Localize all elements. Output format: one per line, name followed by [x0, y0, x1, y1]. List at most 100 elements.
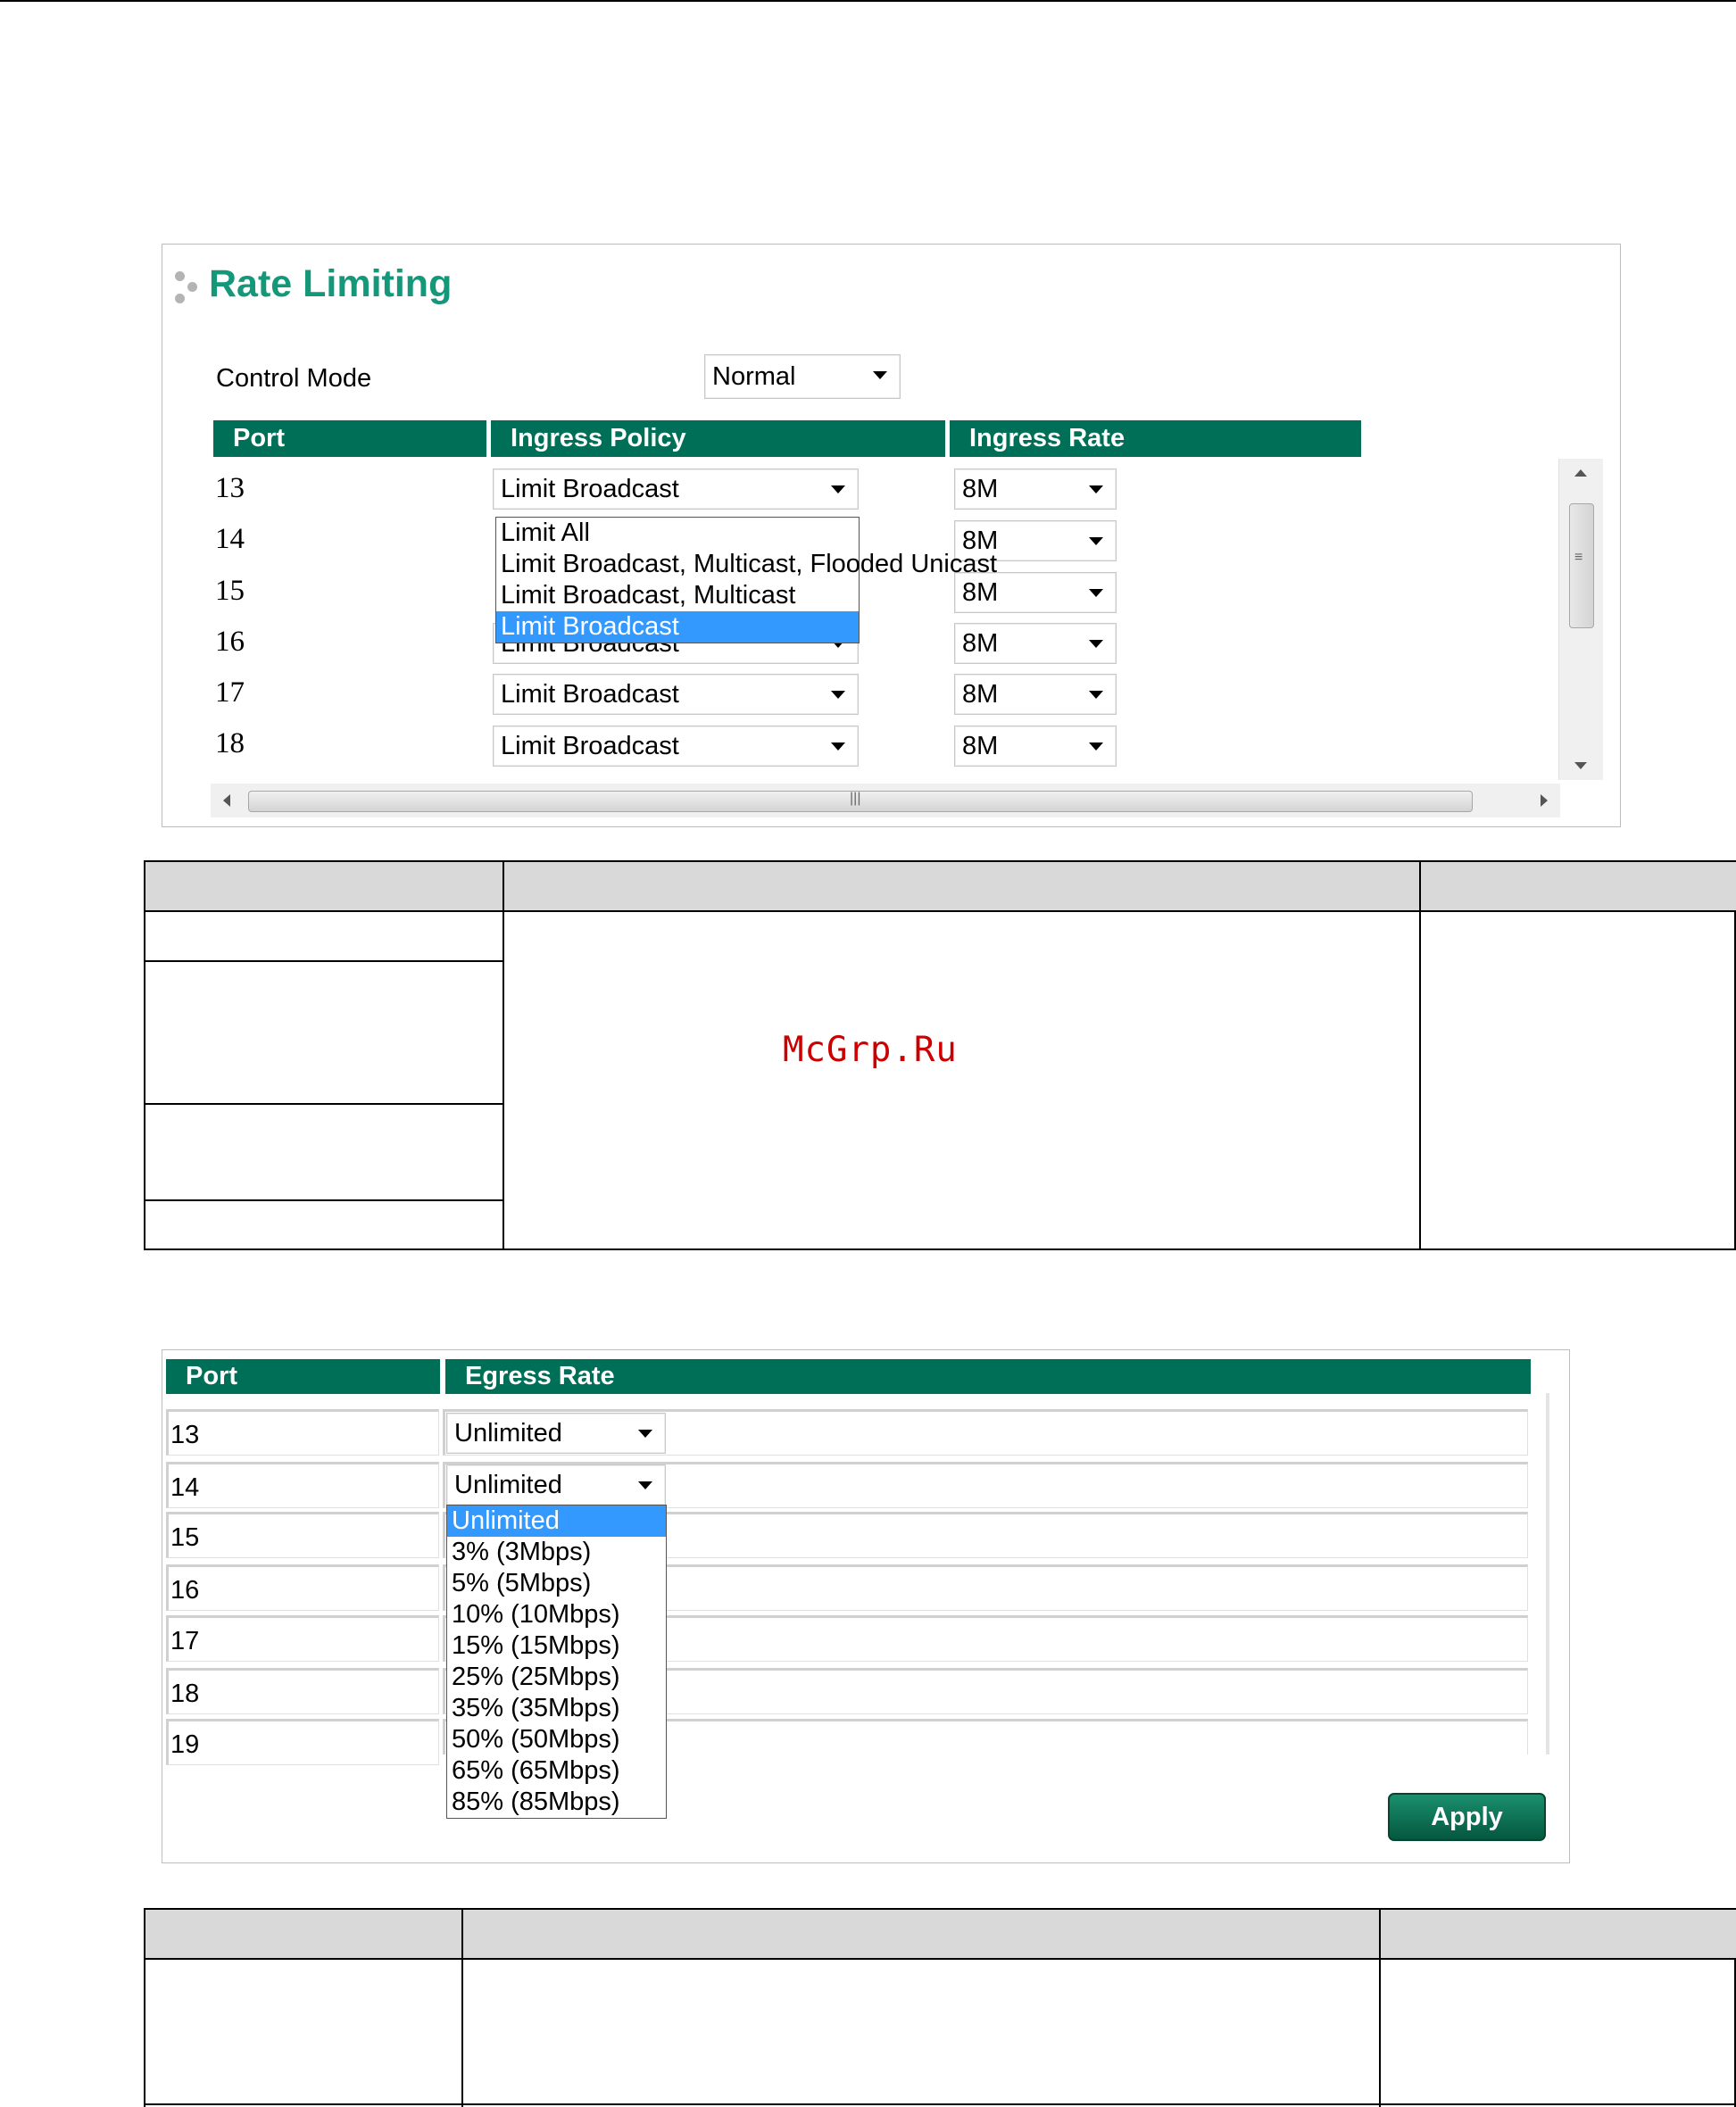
dropdown-option[interactable]: Limit Broadcast, Multicast, Flooded Unic…: [496, 549, 997, 580]
dropdown-option[interactable]: 3% (3Mbps): [447, 1537, 666, 1568]
column-header-port: Port: [166, 1359, 440, 1394]
dropdown-option[interactable]: Limit All: [496, 518, 859, 549]
table-header-row: [145, 1910, 1736, 1960]
chevron-down-icon: [638, 1481, 652, 1489]
ingress-policy-value: Limit Broadcast: [501, 680, 679, 709]
dropdown-option[interactable]: 65% (65Mbps): [447, 1755, 666, 1787]
dropdown-option[interactable]: 10% (10Mbps): [447, 1599, 666, 1630]
title-bullet-icon: [171, 270, 202, 307]
chevron-down-icon: [831, 691, 845, 699]
grip-icon: ≡: [1574, 550, 1583, 565]
port-label: 18: [170, 1680, 200, 1708]
ingress-rate-value: 8M: [962, 732, 999, 760]
port-label: 19: [170, 1730, 200, 1759]
scroll-up-icon[interactable]: [1574, 469, 1587, 477]
column-header-port: Port: [213, 420, 486, 457]
dropdown-option[interactable]: 35% (35Mbps): [447, 1693, 666, 1724]
ingress-policy-select[interactable]: Limit Broadcast: [493, 674, 859, 715]
port-cell: 19: [166, 1719, 439, 1765]
vertical-scrollbar[interactable]: [1546, 1393, 1549, 1754]
egress-rate-dropdown-list: Unlimited 3% (3Mbps) 5% (5Mbps) 10% (10M…: [446, 1505, 667, 1819]
ingress-rate-value: 8M: [962, 629, 999, 658]
chevron-down-icon: [1089, 485, 1103, 494]
apply-button[interactable]: Apply: [1388, 1793, 1546, 1841]
dropdown-option-selected[interactable]: Limit Broadcast: [496, 611, 859, 643]
dropdown-option[interactable]: 85% (85Mbps): [447, 1787, 666, 1818]
ingress-rate-value: 8M: [962, 475, 999, 503]
column-divider: [503, 862, 504, 1250]
port-cell: 18: [166, 1668, 439, 1714]
page-title: Rate Limiting: [209, 262, 453, 305]
watermark: McGrp.Ru: [783, 1030, 958, 1070]
chevron-down-icon: [831, 742, 845, 751]
control-mode-label: Control Mode: [216, 364, 372, 393]
grip-icon: |||: [850, 791, 861, 806]
egress-rate-panel: Port Egress Rate 13 14 15 16 17 18 19 Un…: [162, 1349, 1570, 1863]
chevron-down-icon: [1089, 537, 1103, 545]
port-label: 14: [170, 1473, 200, 1502]
chevron-down-icon: [1089, 589, 1103, 597]
dropdown-option[interactable]: 50% (50Mbps): [447, 1724, 666, 1755]
scroll-right-icon[interactable]: [1541, 794, 1548, 807]
egress-rate-value: Unlimited: [454, 1471, 562, 1499]
ingress-rate-select[interactable]: 8M: [954, 623, 1117, 664]
port-cell: 15: [166, 1512, 439, 1558]
table-header-row: [145, 862, 1736, 912]
row-divider: [145, 960, 503, 962]
control-mode-select[interactable]: Normal: [704, 354, 901, 399]
port-label: 15: [170, 1523, 200, 1552]
port-label: 17: [215, 676, 245, 709]
chevron-down-icon: [873, 371, 887, 379]
column-divider: [461, 1910, 463, 2107]
ingress-rate-select[interactable]: 8M: [954, 674, 1117, 715]
ingress-policy-select[interactable]: Limit Broadcast: [493, 726, 859, 767]
column-header-ingress-rate: Ingress Rate: [950, 420, 1361, 457]
chevron-down-icon: [1089, 691, 1103, 699]
port-cell: 17: [166, 1615, 439, 1662]
egress-rate-select[interactable]: Unlimited: [446, 1413, 666, 1454]
ingress-rate-value: 8M: [962, 680, 999, 709]
scroll-left-icon[interactable]: [223, 794, 230, 807]
dropdown-option[interactable]: 5% (5Mbps): [447, 1568, 666, 1599]
column-header-egress-rate: Egress Rate: [445, 1359, 1531, 1394]
dropdown-option-selected[interactable]: Unlimited: [447, 1506, 666, 1537]
port-label: 18: [215, 727, 245, 759]
row-divider: [145, 1103, 503, 1105]
column-divider: [1419, 862, 1421, 1250]
chevron-down-icon: [1089, 640, 1103, 648]
ingress-policy-select[interactable]: Limit Broadcast: [493, 469, 859, 510]
port-label: 13: [215, 472, 245, 504]
egress-rate-select[interactable]: Unlimited: [446, 1464, 666, 1506]
scrollbar-thumb[interactable]: [1569, 503, 1594, 628]
ingress-policy-value: Limit Broadcast: [501, 732, 679, 760]
port-label: 16: [170, 1576, 200, 1605]
row-divider: [145, 2103, 1736, 2105]
egress-description-table: [144, 1908, 1736, 2107]
rate-limiting-panel: Rate Limiting Control Mode Normal Port I…: [162, 244, 1621, 827]
port-label: 16: [215, 626, 245, 658]
chevron-down-icon: [638, 1430, 652, 1438]
column-header-ingress-policy: Ingress Policy: [491, 420, 945, 457]
ingress-rate-value: 8M: [962, 578, 999, 607]
port-label: 14: [215, 523, 245, 555]
row-divider: [145, 1199, 503, 1201]
port-cell: 13: [166, 1409, 439, 1456]
dropdown-option[interactable]: Limit Broadcast, Multicast: [496, 580, 859, 611]
column-divider: [1379, 1910, 1381, 2107]
dropdown-option[interactable]: 25% (25Mbps): [447, 1662, 666, 1693]
horizontal-scrollbar[interactable]: |||: [211, 784, 1560, 817]
egress-rate-value: Unlimited: [454, 1419, 562, 1448]
dropdown-option[interactable]: 15% (15Mbps): [447, 1630, 666, 1662]
vertical-scrollbar[interactable]: ≡: [1558, 459, 1603, 780]
chevron-down-icon: [1089, 742, 1103, 751]
ingress-rate-select[interactable]: 8M: [954, 726, 1117, 767]
ingress-policy-value: Limit Broadcast: [501, 475, 679, 503]
port-cell: 16: [166, 1564, 439, 1611]
control-mode-value: Normal: [712, 362, 796, 391]
port-label: 17: [170, 1627, 200, 1655]
page-top-rule: [0, 0, 1736, 2]
scroll-down-icon[interactable]: [1574, 762, 1587, 769]
chevron-down-icon: [831, 485, 845, 494]
ingress-rate-select[interactable]: 8M: [954, 469, 1117, 510]
port-label: 13: [170, 1421, 200, 1449]
